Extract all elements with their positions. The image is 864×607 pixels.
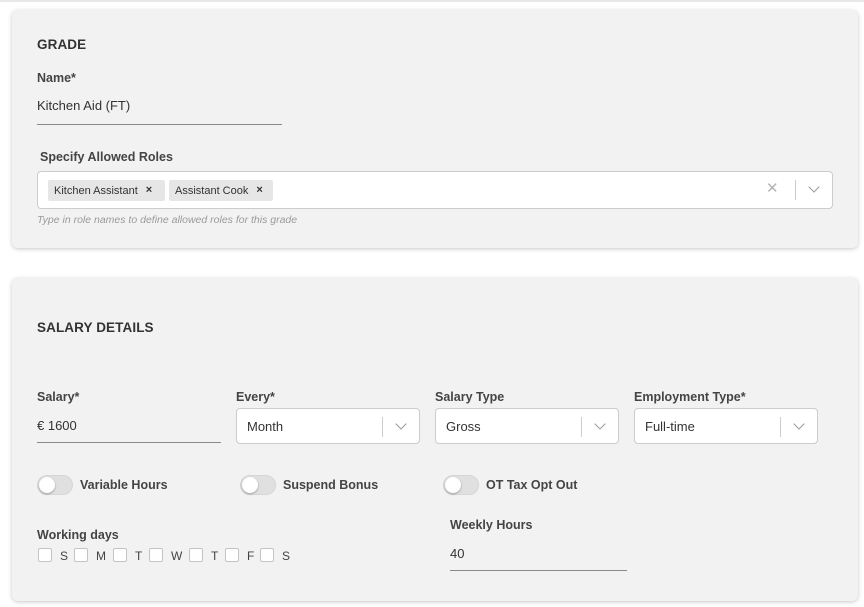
role-chip-assistant-cook: Assistant Cook × [169, 180, 273, 201]
remove-role-icon[interactable]: × [142, 180, 158, 201]
salary-type-label: Salary Type [435, 390, 505, 404]
day-checkbox-friday[interactable] [225, 548, 239, 562]
remove-role-icon[interactable]: × [252, 180, 268, 201]
chevron-down-icon [594, 418, 606, 430]
day-checkbox-thursday[interactable] [189, 548, 203, 562]
name-label: Name* [37, 71, 76, 85]
roles-multiselect[interactable]: Kitchen Assistant × Assistant Cook × ✕ [37, 171, 833, 209]
weekly-hours-underline [450, 570, 627, 571]
salary-type-value: Gross [446, 419, 481, 434]
salary-type-separator [581, 417, 582, 437]
salary-card: SALARY DETAILS Salary* € 1600 Every* Mon… [12, 278, 858, 601]
ot-tax-opt-out-toggle[interactable] [443, 475, 479, 495]
name-field[interactable]: Kitchen Aid (FT) [37, 96, 282, 126]
weekly-hours-field[interactable]: 40 [450, 542, 627, 572]
day-checkbox-saturday[interactable] [260, 548, 274, 562]
weekly-hours-value: 40 [450, 546, 465, 561]
day-label-wednesday: W [171, 549, 183, 563]
variable-hours-toggle[interactable] [37, 475, 73, 495]
day-label-friday: F [247, 549, 255, 563]
roles-label: Specify Allowed Roles [40, 150, 173, 164]
toggle-knob [39, 477, 55, 493]
suspend-bonus-label: Suspend Bonus [283, 478, 379, 492]
name-underline [37, 124, 282, 125]
every-select[interactable]: Month [236, 408, 420, 444]
salary-section-title: SALARY DETAILS [37, 320, 154, 335]
grade-card: GRADE Name* Kitchen Aid (FT) Specify All… [12, 10, 858, 248]
role-chip-label: Assistant Cook [175, 184, 249, 197]
day-checkbox-sunday[interactable] [38, 548, 52, 562]
roles-separator [795, 180, 796, 200]
chevron-down-icon [395, 418, 407, 430]
day-checkbox-wednesday[interactable] [149, 548, 163, 562]
day-label-sunday: S [60, 549, 69, 563]
variable-hours-label: Variable Hours [80, 478, 168, 492]
toggle-knob [445, 477, 461, 493]
employment-type-label: Employment Type* [634, 390, 746, 404]
toggle-knob [242, 477, 258, 493]
salary-label: Salary* [37, 390, 80, 404]
suspend-bonus-toggle[interactable] [240, 475, 276, 495]
weekly-hours-label: Weekly Hours [450, 518, 533, 532]
clear-roles-icon[interactable]: ✕ [766, 179, 779, 199]
every-separator [382, 417, 383, 437]
salary-underline [37, 442, 221, 443]
roles-helper-text: Type in role names to define allowed rol… [37, 214, 298, 226]
day-label-tuesday: T [135, 549, 143, 563]
salary-type-select[interactable]: Gross [435, 408, 619, 444]
day-label-monday: M [96, 549, 106, 563]
working-days-label: Working days [37, 528, 119, 542]
name-value: Kitchen Aid (FT) [37, 98, 131, 113]
chevron-down-icon [793, 418, 805, 430]
day-checkbox-tuesday[interactable] [113, 548, 127, 562]
day-label-thursday: T [211, 549, 219, 563]
ot-tax-opt-out-label: OT Tax Opt Out [486, 478, 578, 492]
every-label: Every* [236, 390, 275, 404]
salary-value: € 1600 [37, 418, 77, 433]
employment-type-separator [780, 417, 781, 437]
employment-type-value: Full-time [645, 419, 695, 434]
employment-type-select[interactable]: Full-time [634, 408, 818, 444]
salary-field[interactable]: € 1600 [37, 414, 221, 444]
role-chip-label: Kitchen Assistant [54, 184, 138, 197]
day-checkbox-monday[interactable] [74, 548, 88, 562]
day-label-saturday: S [282, 549, 291, 563]
grade-section-title: GRADE [37, 37, 87, 52]
top-divider [0, 0, 864, 2]
every-value: Month [247, 419, 284, 434]
role-chip-kitchen-assistant: Kitchen Assistant × [48, 180, 165, 201]
chevron-down-icon[interactable] [808, 181, 820, 193]
